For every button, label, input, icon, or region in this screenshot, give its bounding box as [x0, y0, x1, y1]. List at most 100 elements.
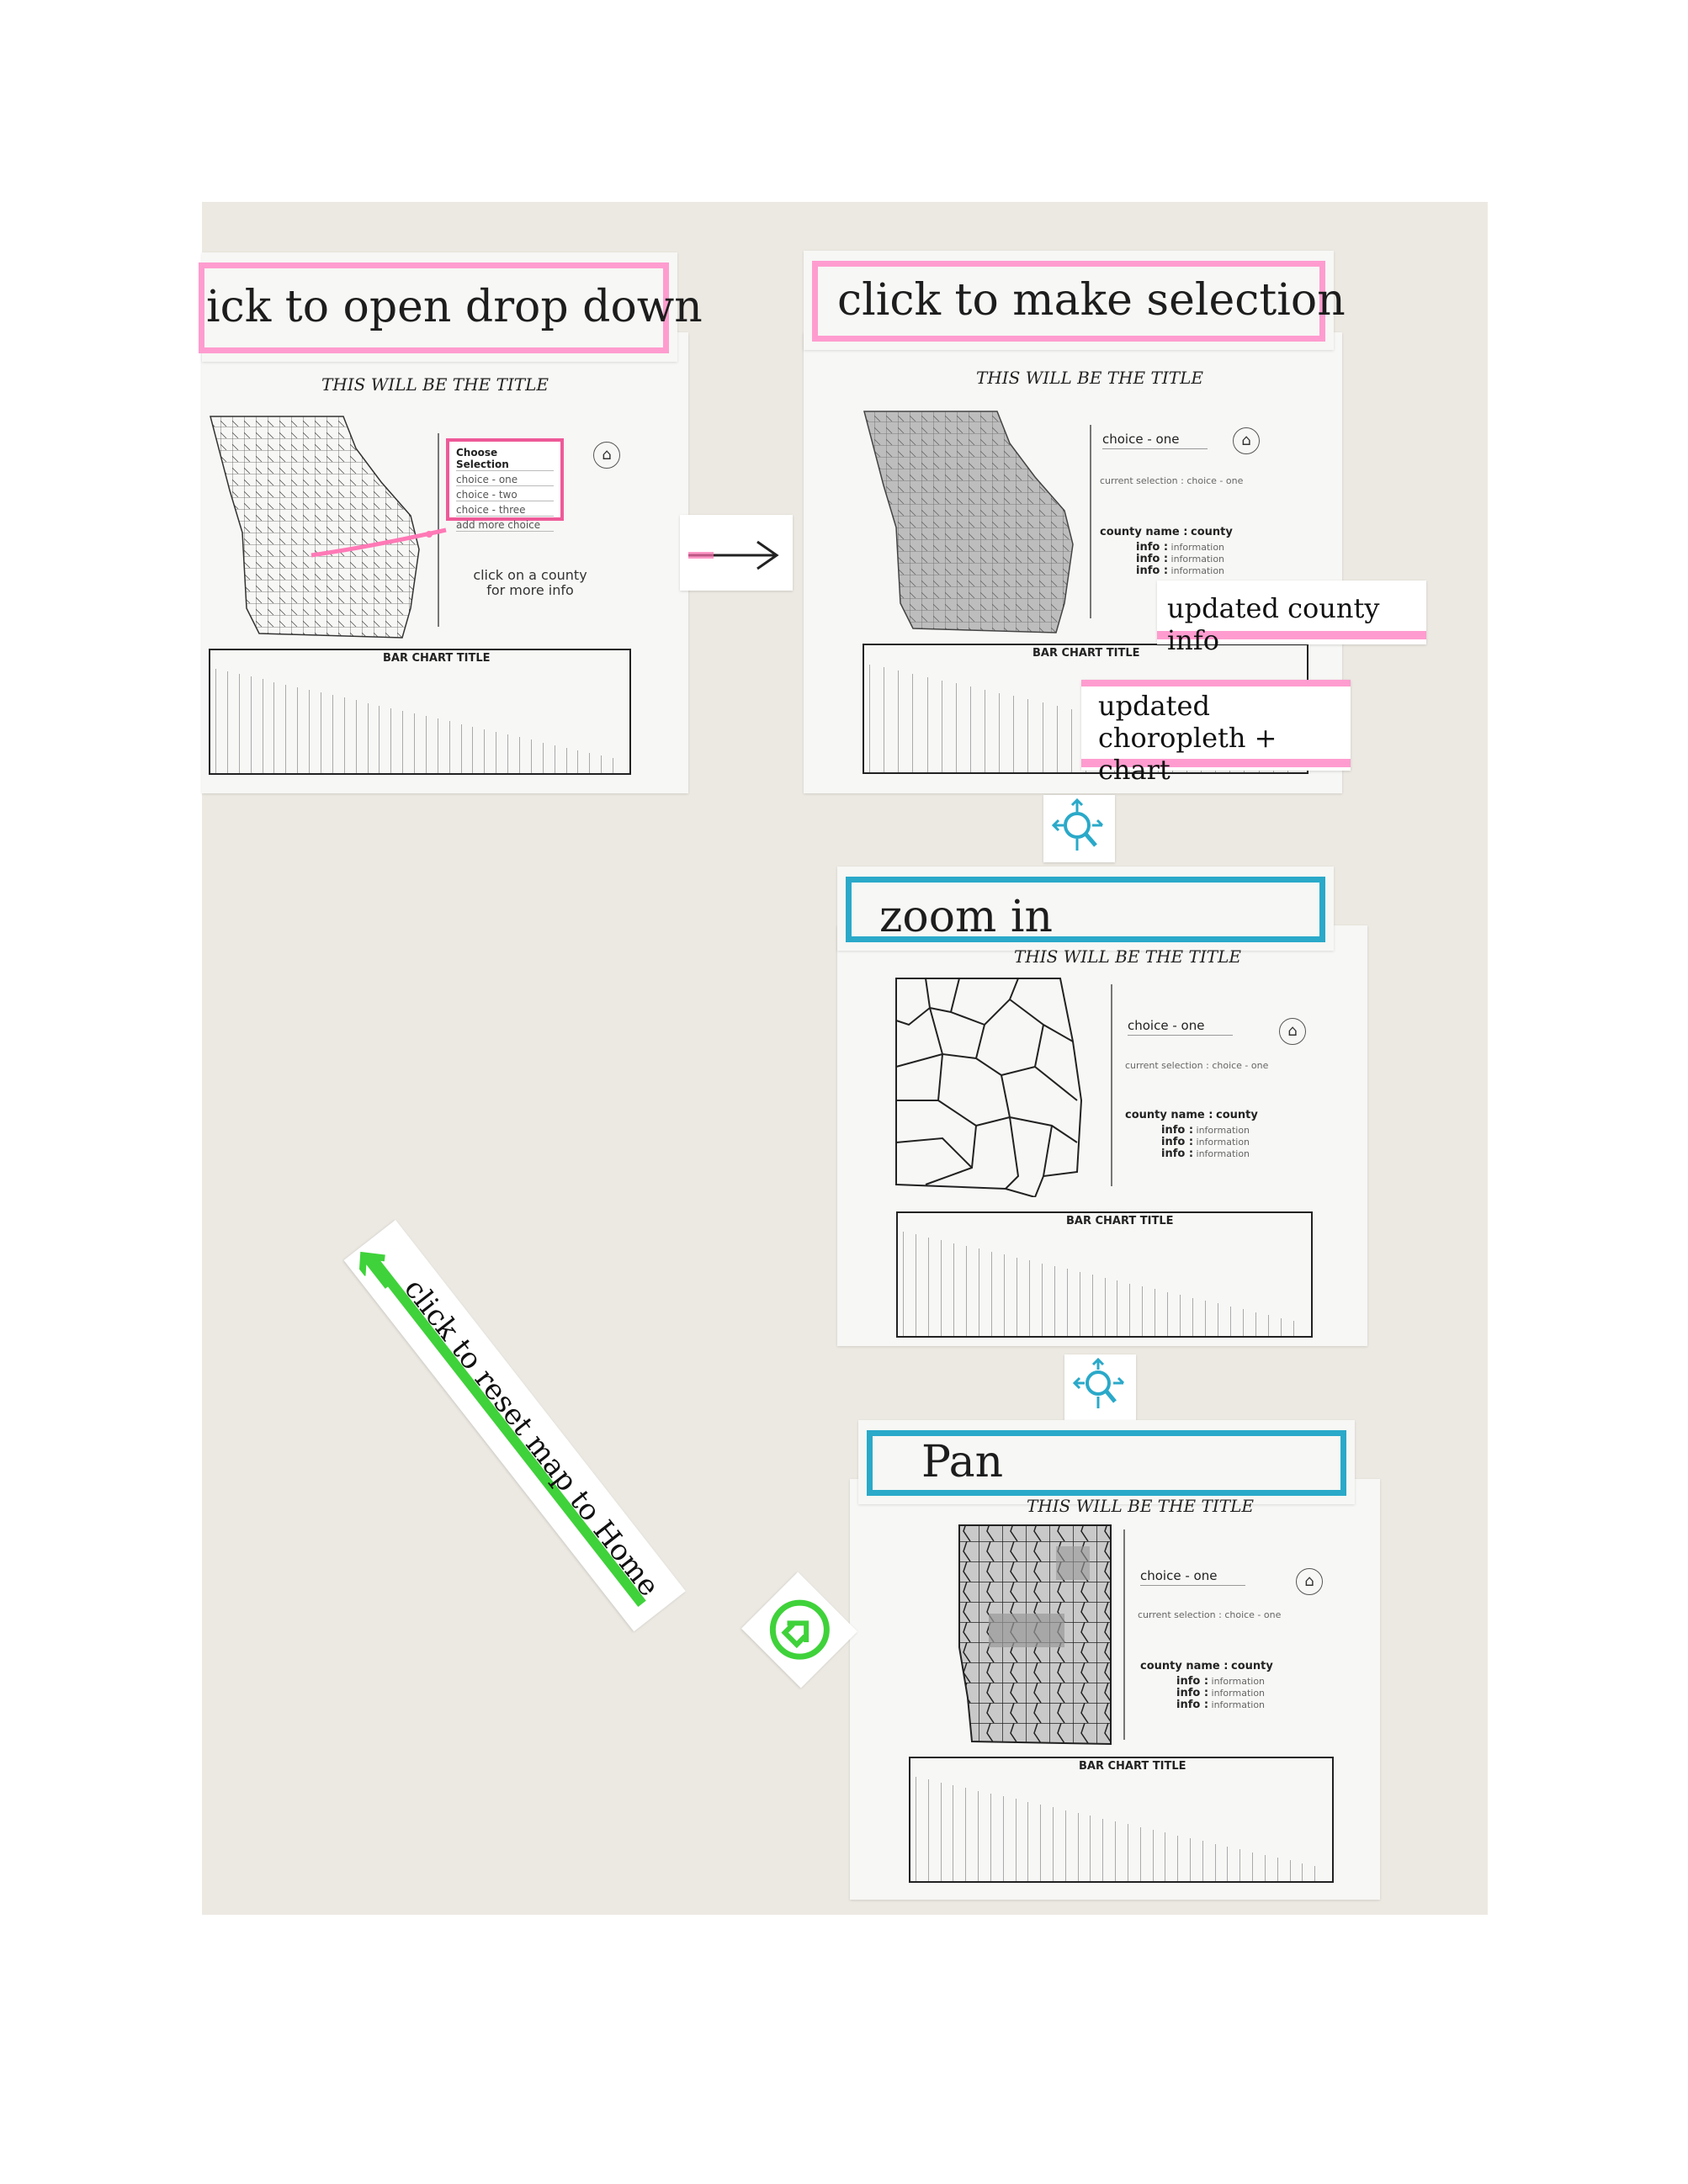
info-value: information	[1196, 1137, 1250, 1148]
bar-chart-bar	[1091, 1275, 1093, 1336]
bar-chart-bar	[226, 671, 228, 773]
updated-county-info-note: updated county info	[1157, 580, 1426, 656]
bar-chart-bar	[1053, 1807, 1054, 1881]
dropdown-option[interactable]: add more choice	[456, 519, 554, 532]
zoom-pan-icon[interactable]	[1043, 795, 1115, 862]
georgia-choropleth-map[interactable]	[863, 410, 1081, 637]
dropdown-option[interactable]: choice - one	[456, 474, 554, 486]
bar-chart-bar	[460, 724, 462, 773]
bar-chart-bar	[903, 1231, 904, 1336]
bar-chart-bar	[1230, 1306, 1232, 1336]
bar-chart-bar	[1255, 1312, 1257, 1336]
bar-chart-bar	[1177, 1835, 1179, 1881]
dropdown-option[interactable]: choice - two	[456, 489, 554, 501]
bar-chart-bar	[912, 673, 914, 772]
dropdown-option[interactable]: choice - three	[456, 504, 554, 517]
panel-divider	[1123, 1529, 1125, 1740]
bar-chart-bar	[425, 716, 427, 773]
bar-chart-bar	[1205, 1301, 1207, 1336]
bar-chart-bars	[916, 1758, 1327, 1881]
bar-chart-bar	[332, 695, 333, 773]
info-key: info :	[1136, 565, 1169, 577]
bar-chart-bar	[484, 729, 486, 773]
home-icon[interactable]: ⌂	[593, 442, 620, 469]
bar-chart-bar	[1013, 696, 1015, 772]
bar-chart-bar	[414, 713, 416, 773]
zoom-pan-icon[interactable]	[1064, 1354, 1136, 1420]
info-row: info : information	[1176, 1687, 1265, 1699]
bar-chart-frame: BAR CHART TITLE	[209, 649, 631, 775]
bar-chart-bar	[1243, 1309, 1245, 1336]
home-icon[interactable]: ⌂	[1233, 427, 1260, 454]
selection-dropdown[interactable]: choice - one	[1128, 1018, 1233, 1036]
bar-chart-bar	[1227, 1846, 1229, 1881]
bar-chart-bar	[1041, 1263, 1043, 1336]
selection-dropdown[interactable]: choice - one	[1140, 1568, 1245, 1586]
bar-chart-bar	[1003, 1254, 1005, 1336]
info-key: info :	[1136, 553, 1169, 565]
page-title: THIS WILL BE THE TITLE	[976, 368, 1203, 388]
bar-chart-bar	[1281, 1317, 1282, 1336]
info-key: info :	[1161, 1136, 1194, 1148]
bar-chart-bar	[1015, 1799, 1017, 1881]
info-row: info : information	[1136, 565, 1224, 577]
current-selection-text: current selection : choice - one	[1125, 1060, 1269, 1071]
bar-chart-bar	[402, 710, 404, 773]
selection-dropdown[interactable]: choice - one	[1102, 432, 1208, 449]
bar-chart-bar	[1104, 1277, 1106, 1336]
bar-chart-bar	[1293, 1320, 1295, 1336]
bar-chart-bar	[1152, 1829, 1154, 1881]
info-value: information	[1211, 1699, 1266, 1710]
bar-chart-bar	[1277, 1858, 1278, 1881]
bar-chart-bar	[1192, 1297, 1194, 1336]
bar-chart-bar	[1180, 1295, 1181, 1336]
county-name-value: county	[1190, 526, 1233, 538]
county-name-label: county name :	[1100, 526, 1188, 538]
bar-chart-bar	[472, 726, 474, 773]
bar-chart-bar	[379, 705, 380, 773]
updated-choropleth-note: updated choropleth + chart	[1081, 680, 1351, 786]
bar-chart-bar	[1054, 1265, 1055, 1336]
bar-chart-bar	[577, 750, 579, 773]
page-title: THIS WILL BE THE TITLE	[1014, 946, 1241, 967]
bar-chart-bar	[940, 1240, 942, 1336]
bar-chart-bar	[449, 721, 450, 773]
bar-chart-bar	[1289, 1860, 1291, 1881]
info-value: information	[1211, 1688, 1266, 1699]
dropdown-menu-open[interactable]: Choose Selection choice - one choice - t…	[446, 438, 564, 532]
bar-chart-bar	[1027, 1801, 1029, 1881]
georgia-zoomed-map[interactable]	[892, 974, 1086, 1197]
bar-chart-frame: BAR CHART TITLE	[909, 1757, 1334, 1883]
dropdown-option[interactable]: Choose Selection	[456, 447, 554, 471]
bar-chart-bar	[507, 734, 509, 773]
info-key: info :	[1176, 1687, 1209, 1699]
bar-chart-bar	[965, 1246, 967, 1336]
pink-pointer-arrow	[311, 527, 447, 558]
county-name-row: county name : county	[1140, 1660, 1273, 1672]
hint-text: click on a county for more info	[473, 567, 587, 598]
panel-divider	[1090, 425, 1091, 618]
info-value: information	[1211, 1676, 1266, 1687]
bar-chart-bar	[285, 684, 287, 773]
bar-chart-bar	[565, 747, 567, 773]
bar-chart-bar	[1077, 1813, 1079, 1881]
home-icon[interactable]: ⌂	[1296, 1568, 1323, 1595]
info-row: info : information	[1176, 1675, 1265, 1688]
georgia-panned-map[interactable]	[955, 1521, 1115, 1748]
bar-chart-bar	[1066, 1269, 1068, 1336]
home-icon[interactable]: ⌂	[1279, 1018, 1306, 1045]
bar-chart-bar	[1142, 1285, 1144, 1336]
bar-chart-bar	[309, 689, 311, 773]
bar-chart-bar	[1252, 1852, 1254, 1881]
page-title: THIS WILL BE THE TITLE	[1027, 1496, 1254, 1516]
info-row: info : information	[1136, 541, 1224, 554]
page-title: THIS WILL BE THE TITLE	[321, 374, 549, 395]
bar-chart-bar	[955, 683, 957, 772]
bar-chart-bar	[215, 668, 216, 773]
arrow-right-note	[680, 515, 793, 591]
county-name-value: county	[1215, 1109, 1258, 1121]
bar-chart-bar	[1115, 1821, 1117, 1881]
pan-icon-tab	[1064, 1354, 1136, 1420]
panel-divider	[1111, 984, 1112, 1186]
bar-chart-bar	[1002, 1796, 1004, 1881]
